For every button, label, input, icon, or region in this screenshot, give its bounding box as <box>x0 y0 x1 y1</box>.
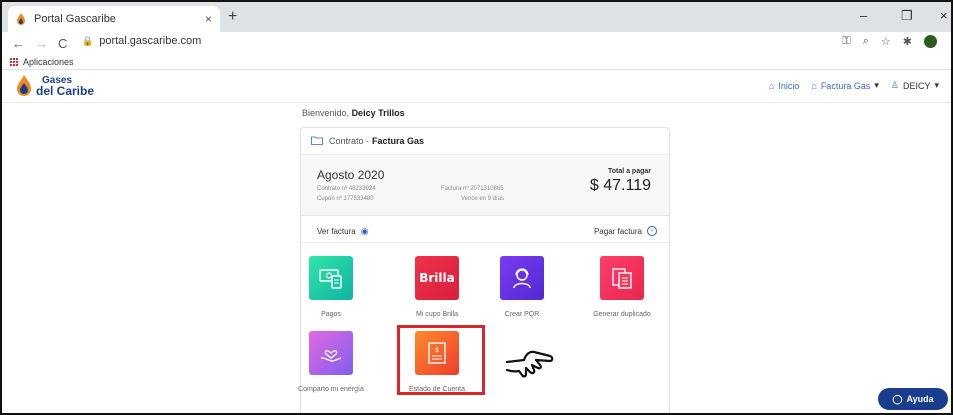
logo-line2: del Caribe <box>36 84 95 98</box>
chat-bubble-icon: ◯ <box>892 393 903 404</box>
url-field[interactable]: 🔒 portal.gascaribe.com <box>82 35 201 47</box>
nav-user-label: DEICY <box>902 80 931 91</box>
back-icon[interactable]: ← <box>12 36 25 51</box>
welcome-name: Deicy Trillos <box>351 108 405 118</box>
extensions-icon[interactable]: ✱ <box>903 35 912 48</box>
coupon-number: Cupón nº 177533480 <box>317 196 374 202</box>
browser-tab[interactable]: Portal Gascaribe × <box>8 6 220 32</box>
pay-invoice-label: Pagar factura <box>593 226 642 236</box>
forward-icon[interactable]: → <box>35 36 48 51</box>
invoice-actions: Ver factura ◉ Pagar factura › <box>301 217 669 243</box>
contract-number: Contrato nº 48233924 <box>317 186 376 192</box>
view-invoice-link[interactable]: Ver factura ◉ <box>317 226 369 237</box>
contract-card: Contrato - Factura Gas Agosto 2020 Contr… <box>298 127 670 413</box>
bill-summary: Agosto 2020 Contrato nº 48233924 Cupón n… <box>301 156 669 216</box>
key-icon[interactable]: ⚿ <box>842 35 850 48</box>
site-header: Gases del Caribe ⌂ Inicio ⌂ Factura Gas ▾ ♙… <box>2 71 951 103</box>
total-label: Total a pagar <box>607 168 651 175</box>
brilla-logo-icon: Brilla <box>415 256 459 300</box>
caret-down-icon: ▾ <box>934 80 939 90</box>
url-text: portal.gascaribe.com <box>99 35 202 47</box>
tile-label: Mi cupo Brilla <box>415 311 458 318</box>
logo-text: Gases del Caribe <box>36 76 95 98</box>
tile-label: Generar duplicado <box>593 311 651 318</box>
apps-grid-icon <box>10 57 18 66</box>
lock-icon: 🔒 <box>82 35 94 46</box>
due-date: Vence en 9 días <box>461 196 505 202</box>
bookmark-apps[interactable]: Aplicaciones <box>23 57 74 67</box>
reload-icon[interactable]: C <box>58 36 67 51</box>
tab-title: Portal Gascaribe <box>34 13 116 25</box>
arrow-circle-icon: › <box>647 226 657 236</box>
screenshot-frame: Portal Gascaribe × + – ❐ × ← → C 🔒 porta… <box>0 0 953 415</box>
new-tab-button[interactable]: + <box>228 8 237 26</box>
eye-icon: ◉ <box>360 226 369 236</box>
card-header: Contrato - Factura Gas <box>301 128 669 155</box>
user-icon: ♙ <box>890 80 899 90</box>
home-icon: ⌂ <box>768 80 775 91</box>
nav-inicio-label: Inicio <box>778 80 800 91</box>
card-header-prefix: Contrato - <box>329 136 370 146</box>
minimize-icon[interactable]: – <box>860 8 867 23</box>
profile-avatar[interactable] <box>924 35 937 48</box>
nav-factura-gas[interactable]: ⌂ Factura Gas ▾ <box>811 80 879 91</box>
help-button-label: Ayuda <box>906 394 934 404</box>
tile-label: Comparto mi energía <box>298 386 364 393</box>
address-bar: ← → C 🔒 portal.gascaribe.com ⚿ ⌕ ☆ ✱ <box>2 32 951 54</box>
bookmarks-bar: Aplicaciones <box>2 54 951 70</box>
star-icon[interactable]: ☆ <box>881 35 891 48</box>
total-amount: $ 47.119 <box>589 177 651 194</box>
pay-invoice-link[interactable]: Pagar factura › <box>594 226 657 236</box>
restore-icon[interactable]: ❐ <box>901 8 913 24</box>
view-invoice-label: Ver factura <box>317 227 356 236</box>
invoice-number: Factura nº 2071310865 <box>441 186 504 192</box>
support-agent-icon <box>500 256 544 300</box>
flame-favicon-icon <box>17 13 25 25</box>
zoom-icon[interactable]: ⌕ <box>863 35 869 48</box>
tile-crear-pqr[interactable]: Crear PQR <box>482 256 562 318</box>
welcome-message: Bienvenido, Deicy Trillos <box>302 108 405 118</box>
tile-mi-cupo-brilla[interactable]: Brilla Mi cupo Brilla <box>397 256 477 318</box>
nav-user-menu[interactable]: ♙ DEICY ▾ <box>891 80 939 91</box>
nav-inicio[interactable]: ⌂ Inicio <box>769 81 799 91</box>
address-bar-icons: ⚿ ⌕ ☆ ✱ <box>842 35 937 48</box>
tile-label: Pagos <box>321 311 341 318</box>
tile-generar-duplicado[interactable]: Generar duplicado <box>582 256 662 318</box>
highlight-box <box>397 325 485 395</box>
heart-hand-icon <box>309 331 353 375</box>
gases-del-caribe-logo[interactable]: Gases del Caribe <box>16 75 94 97</box>
close-window-icon[interactable]: × <box>940 8 948 23</box>
browser-tab-bar: Portal Gascaribe × + – ❐ × <box>2 2 951 32</box>
duplicate-invoice-icon <box>600 256 644 300</box>
pointing-hand-icon <box>505 350 554 378</box>
bill-month: Agosto 2020 <box>317 168 385 182</box>
tile-pagos[interactable]: Pagos <box>291 256 371 318</box>
tile-label: Crear PQR <box>504 311 540 318</box>
money-icon <box>309 256 353 300</box>
tab-close-icon[interactable]: × <box>205 12 212 26</box>
tile-comparto-mi-energia[interactable]: Comparto mi energía <box>291 331 371 393</box>
nav-factura-label: Factura Gas <box>820 80 871 91</box>
top-nav: ⌂ Inicio ⌂ Factura Gas ▾ ♙ DEICY ▾ <box>769 80 939 91</box>
flame-logo-icon <box>17 75 31 96</box>
card-header-title: Factura Gas <box>372 136 425 146</box>
welcome-prefix: Bienvenido, <box>302 108 350 118</box>
caret-down-icon: ▾ <box>874 80 879 90</box>
folder-icon <box>311 136 323 147</box>
help-button[interactable]: ◯ Ayuda <box>878 388 948 410</box>
home-icon: ⌂ <box>811 80 817 91</box>
